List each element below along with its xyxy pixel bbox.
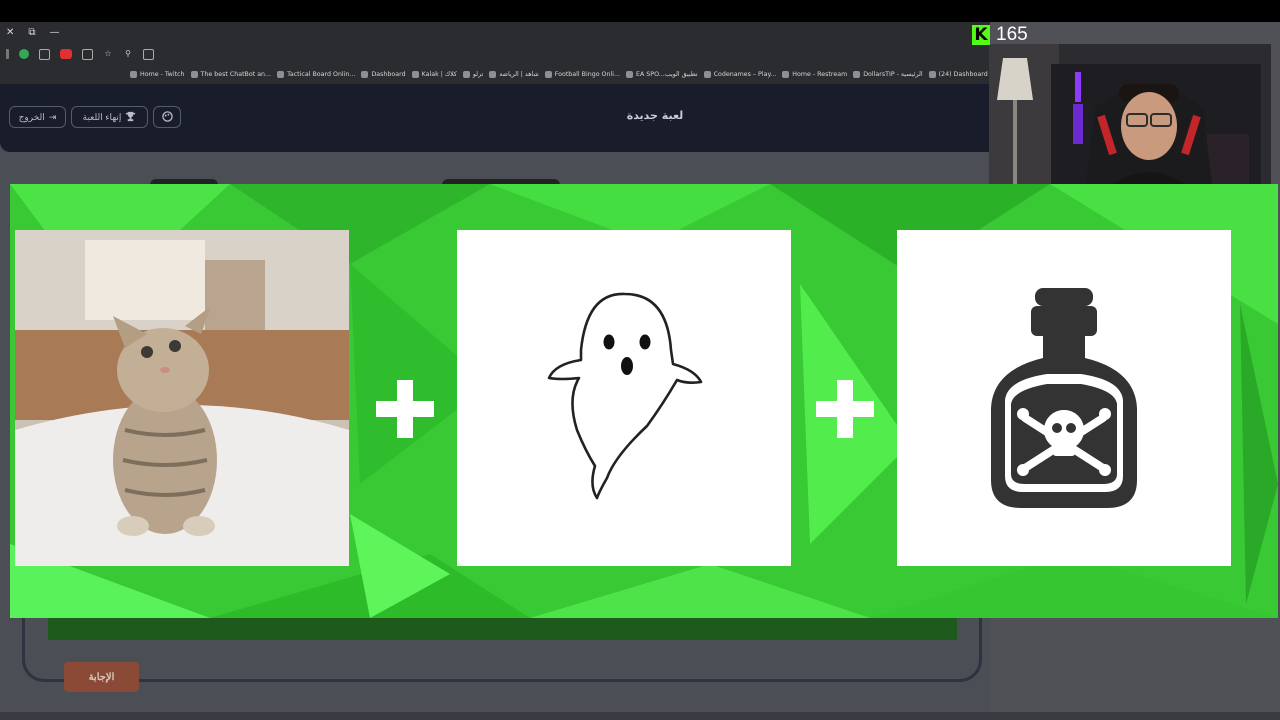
star-icon[interactable]: ☆ bbox=[103, 49, 113, 59]
bookmarks-bar: Home - Twitch The best ChatBot an... Tacti… bbox=[130, 66, 990, 82]
kick-logo-icon: K bbox=[972, 25, 990, 45]
bookmark-favicon-icon bbox=[782, 70, 790, 78]
restore-window-icon[interactable]: ⧉ bbox=[28, 27, 35, 38]
game-image-strip bbox=[48, 618, 957, 640]
emoji-puzzle-banner bbox=[10, 184, 1278, 618]
bookmark-item[interactable]: شاهد | الرياضة bbox=[489, 70, 539, 78]
bookmark-label: Home - Restream bbox=[792, 70, 848, 78]
bookmark-label: ترلو bbox=[472, 70, 484, 78]
bookmark-label: (24) Dashboard / Str... bbox=[938, 70, 990, 78]
exit-label: الخروج bbox=[18, 111, 45, 122]
bookmark-item[interactable]: ترلو bbox=[462, 70, 484, 78]
bookmark-label: Tactical Board Onlin... bbox=[287, 70, 356, 78]
bookmark-item[interactable]: Kalak | كلاك bbox=[411, 70, 457, 78]
bookmark-favicon-icon bbox=[703, 70, 711, 78]
poison-bottle-tile bbox=[897, 230, 1231, 566]
bookmark-item[interactable]: EA SPO...تطبيق الويب bbox=[626, 70, 698, 78]
bookmark-item[interactable]: Football Bingo Onli... bbox=[544, 70, 621, 78]
top-black-strip bbox=[0, 0, 1280, 22]
bookmark-item[interactable]: The best ChatBot an... bbox=[190, 70, 272, 78]
bookmark-favicon-icon bbox=[277, 70, 285, 78]
browser-chrome: ✕ ⧉ — ☆ ⚲ Home - Twitch The best ChatBot … bbox=[0, 22, 990, 84]
menu-dots-icon[interactable] bbox=[6, 49, 9, 59]
answer-button[interactable]: الإجابة bbox=[64, 662, 139, 692]
trophy-icon bbox=[125, 111, 136, 124]
bookmark-favicon-icon bbox=[411, 70, 419, 78]
app-header: الخروج ⇥ إنهاء اللعبة لعبة جديدة bbox=[0, 84, 990, 152]
bookmark-label: DollarsTIP - الرئيسية bbox=[863, 70, 923, 78]
cast-icon[interactable] bbox=[82, 48, 93, 60]
bookmark-item[interactable]: Home - Restream bbox=[782, 70, 848, 78]
bookmark-label: Codenames – Play... bbox=[713, 70, 777, 78]
bookmark-label: شاهد | الرياضة bbox=[499, 70, 539, 78]
bookmark-item[interactable]: DollarsTIP - الرئيسية bbox=[853, 70, 923, 78]
bottom-scrollbar[interactable] bbox=[0, 712, 1280, 720]
viewer-count: 165 bbox=[996, 24, 1028, 45]
bookmark-favicon-icon bbox=[190, 70, 198, 78]
window-controls: ✕ ⧉ — bbox=[0, 22, 60, 42]
close-window-icon[interactable]: ✕ bbox=[6, 27, 14, 38]
page-title: لعبة جديدة bbox=[626, 109, 684, 122]
ghost-tile bbox=[457, 230, 791, 566]
bookmark-label: Kalak | كلاك bbox=[421, 70, 457, 78]
minimize-window-icon[interactable]: — bbox=[50, 27, 60, 38]
bookmark-favicon-icon bbox=[489, 70, 497, 78]
bookmark-favicon-icon bbox=[130, 70, 137, 78]
palette-button[interactable] bbox=[153, 106, 181, 128]
zoom-icon[interactable]: ⚲ bbox=[123, 49, 133, 59]
bookmark-label: The best ChatBot an... bbox=[200, 70, 272, 78]
plus-operator-icon bbox=[816, 380, 874, 438]
extensions-icon[interactable] bbox=[39, 48, 50, 60]
bookmark-label: Football Bingo Onli... bbox=[554, 70, 621, 78]
site-settings-icon[interactable] bbox=[143, 48, 154, 60]
ghost-icon bbox=[547, 292, 703, 500]
bookmark-favicon-icon bbox=[361, 70, 369, 78]
bookmark-item[interactable]: Tactical Board Onlin... bbox=[277, 70, 356, 78]
bookmark-item[interactable]: Dashboard bbox=[361, 70, 406, 78]
adblock-icon[interactable] bbox=[60, 49, 72, 59]
bookmark-item[interactable]: (24) Dashboard / Str... bbox=[928, 70, 990, 78]
bookmark-label: Home - Twitch bbox=[140, 70, 185, 78]
bookmark-label: EA SPO...تطبيق الويب bbox=[636, 70, 698, 78]
bookmark-favicon-icon bbox=[544, 70, 552, 78]
bookmark-favicon-icon bbox=[462, 70, 470, 78]
webcam-feed bbox=[989, 44, 1271, 194]
bookmark-label: Dashboard bbox=[371, 70, 406, 78]
poison-bottle-icon bbox=[991, 288, 1137, 508]
bookmark-favicon-icon bbox=[626, 70, 634, 78]
profile-icon[interactable] bbox=[19, 49, 29, 59]
plus-operator-icon bbox=[376, 380, 434, 438]
end-game-label: إنهاء اللعبة bbox=[82, 111, 122, 122]
bookmark-item[interactable]: Codenames – Play... bbox=[703, 70, 777, 78]
kitten-image bbox=[15, 230, 349, 566]
bookmark-favicon-icon bbox=[928, 70, 936, 78]
kitten-photo-tile bbox=[15, 230, 349, 566]
end-game-button[interactable]: إنهاء اللعبة bbox=[71, 106, 148, 128]
bookmark-favicon-icon bbox=[853, 70, 861, 78]
kick-viewer-counter: K 165 bbox=[972, 24, 1028, 46]
palette-icon bbox=[161, 110, 173, 124]
browser-toolbar: ☆ ⚲ bbox=[0, 44, 990, 64]
exit-button[interactable]: الخروج ⇥ bbox=[9, 106, 66, 128]
logout-icon: ⇥ bbox=[48, 111, 57, 122]
bookmark-item[interactable]: Home - Twitch bbox=[130, 70, 185, 78]
